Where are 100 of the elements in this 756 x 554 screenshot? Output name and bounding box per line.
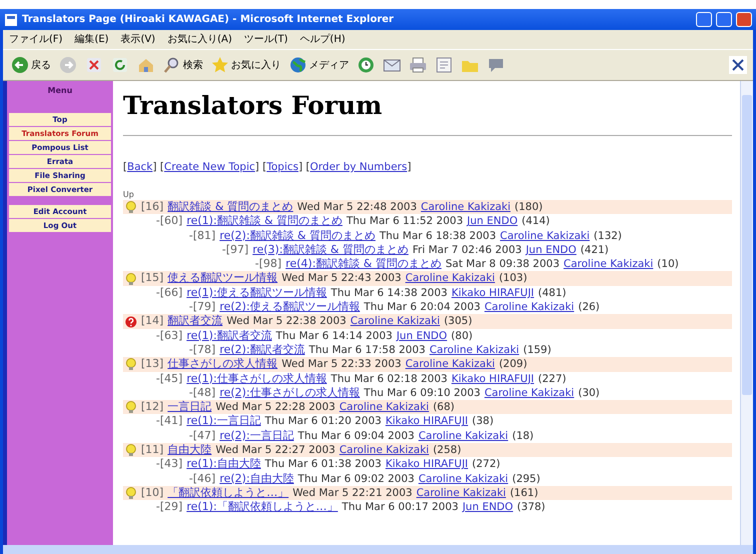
author-link[interactable]: Caroline Kakizaki [418,472,508,486]
speech-bubble-icon [487,56,505,74]
author-link[interactable]: Caroline Kakizaki [350,314,440,329]
post-title-link[interactable]: re(4):翻訳雑談 & 質問のまとめ [286,257,442,272]
view-count: (10) [657,257,679,272]
author-link[interactable]: Jun ENDO [526,242,576,258]
author-link[interactable]: Caroline Kakizaki [416,486,506,500]
author-link[interactable]: Caroline Kakizaki [500,228,590,243]
author-link[interactable]: Caroline Kakizaki [420,200,511,214]
author-link[interactable]: Caroline Kakizaki [339,443,429,458]
menu-item[interactable]: 表示(V) [120,34,156,46]
view-count: (414) [522,214,550,229]
author-link[interactable]: Kikako HIRAFUJI [451,286,534,300]
nav-link[interactable]: Order by Numbers [310,161,408,173]
post-number: [16] [141,200,164,214]
post-number: -[81] [189,228,216,243]
minimize-button[interactable] [696,12,712,27]
post-date: Thu Mar 6 09:02 2003 [298,472,414,486]
post-title-link[interactable]: re(2):翻訳雑談 & 質問のまとめ [220,228,376,243]
post-date: Wed Mar 5 22:21 2003 [292,486,412,500]
post-title-link[interactable]: 一言日記 [168,400,212,414]
post-title-link[interactable]: 翻訳雑談 & 質問のまとめ [168,200,294,214]
post-number: -[60] [156,214,183,229]
post-title-link[interactable]: re(1):自由大陸 [186,457,261,472]
post-number: -[45] [156,372,183,386]
post-date: Thu Mar 6 17:58 2003 [308,342,426,358]
author-link[interactable]: Caroline Kakizaki [429,342,520,358]
post-title-link[interactable]: re(2):仕事さがしの求人情報 [220,386,360,400]
post-date: Wed Mar 5 22:48 2003 [297,200,417,214]
lightbulb-icon [125,401,137,414]
post-date: Thu Mar 6 09:04 2003 [298,428,414,444]
horizontal-scrollbar[interactable] [3,545,753,554]
view-count: (272) [472,457,500,472]
post-number: [13] [141,357,164,372]
nav-link[interactable]: Back [127,161,153,173]
view-count: (159) [523,342,552,358]
post-title-link[interactable]: re(1):「翻訳依頼しようと…」 [186,500,338,515]
author-link[interactable]: Caroline Kakizaki [484,300,574,314]
post-date: Fri Mar 7 02:46 2003 [412,242,522,258]
post-title-link[interactable]: re(2):翻訳者交流 [220,342,305,358]
author-link[interactable]: Kikako HIRAFUJI [451,372,534,386]
maximize-button[interactable] [716,12,732,27]
post-title-link[interactable]: re(2):自由大陸 [220,472,294,486]
post-title-link[interactable]: re(1):翻訳者交流 [186,328,272,343]
post-date: Thu Mar 6 14:38 2003 [330,286,448,300]
author-link[interactable]: Caroline Kakizaki [484,386,574,400]
search-icon [163,56,181,74]
post-title-link[interactable]: 自由大陸 [168,443,212,458]
post-title-link[interactable]: 「翻訳依頼しようと…」 [168,486,289,500]
close-button[interactable] [736,12,752,27]
post-number: -[66] [156,286,183,300]
author-link[interactable]: Caroline Kakizaki [405,271,495,286]
post-title-link[interactable]: re(1):仕事さがしの求人情報 [186,372,327,386]
media-button[interactable]: メディア [287,53,351,77]
post-title-link[interactable]: re(2):一言日記 [220,428,294,444]
refresh-icon [111,56,129,74]
menu-item[interactable]: ヘルプ(H) [300,34,346,46]
post-title-link[interactable]: re(1):翻訳雑談 & 質問のまとめ [186,214,342,229]
menu-item[interactable]: ツール(T) [244,34,288,46]
view-count: (258) [432,443,462,458]
author-link[interactable]: Caroline Kakizaki [418,428,508,444]
post-title-link[interactable]: 仕事さがしの求人情報 [168,357,278,372]
author-link[interactable]: Kikako HIRAFUJI [385,457,468,472]
author-link[interactable]: Caroline Kakizaki [339,400,429,414]
post-number: [10] [141,486,164,500]
author-link[interactable]: Caroline Kakizaki [405,357,495,372]
view-count: (18) [512,428,534,444]
post-title-link[interactable]: 翻訳者交流 [168,314,223,329]
post-title-link[interactable]: re(1):一言日記 [186,414,261,429]
author-link[interactable]: Jun ENDO [396,328,448,343]
post-title-link[interactable]: 使える翻訳ツール情報 [168,271,278,286]
author-link[interactable]: Jun ENDO [462,500,514,515]
post-date: Wed Mar 5 22:33 2003 [282,357,402,372]
back-button[interactable]: 戻る [9,53,53,77]
favorites-button[interactable]: お気に入り [209,53,283,77]
view-count: (378) [517,500,546,515]
nav-link[interactable]: Topics [266,161,298,173]
post-date: Wed Mar 5 22:43 2003 [282,271,402,286]
lightbulb-icon [125,487,137,500]
menu-item[interactable]: 編集(E) [74,34,109,46]
author-link[interactable]: Jun ENDO [467,214,518,229]
post-date: Thu Mar 6 09:10 2003 [364,386,480,400]
post-title-link[interactable]: re(1):使える翻訳ツール情報 [186,286,327,300]
post-number: -[79] [189,300,216,314]
menu-item[interactable]: お気に入り(A) [167,34,232,46]
window-title: Translators Page (Hiroaki KAWAGAE) - Microsoft Internet Explorer [22,14,395,25]
menu-item[interactable]: ファイル(F) [9,34,63,46]
post-number: -[47] [189,428,216,444]
author-link[interactable]: Caroline Kakizaki [564,257,654,272]
post-title-link[interactable]: re(3):翻訳雑談 & 質問のまとめ [252,242,408,258]
vertical-scrollbar[interactable] [740,81,753,545]
post-number: [14] [141,314,164,329]
author-link[interactable]: Kikako HIRAFUJI [385,414,468,429]
scrollbar-thumb[interactable] [742,95,752,395]
post-title-link[interactable]: re(2):使える翻訳ツール情報 [220,300,360,314]
nav-link[interactable]: Create New Topic [164,161,256,173]
history-icon [357,56,375,74]
lightbulb-icon [125,444,137,456]
search-button[interactable]: 検索 [161,53,205,77]
question-icon [125,316,137,328]
